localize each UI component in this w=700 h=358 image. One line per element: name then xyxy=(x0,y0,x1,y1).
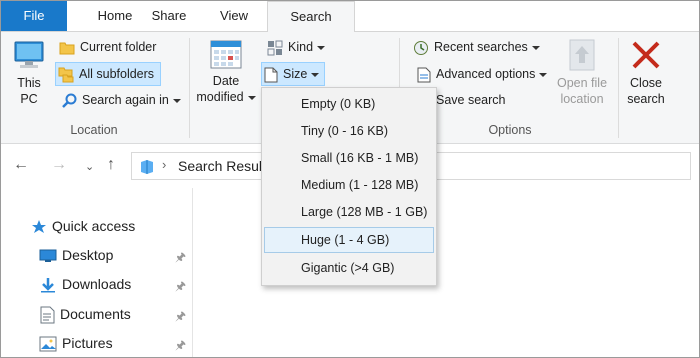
size-label: Size xyxy=(283,67,308,81)
date-modified-label-2: modified xyxy=(196,90,244,104)
folder-icon xyxy=(59,42,75,55)
current-folder-label: Current folder xyxy=(80,40,157,54)
nav-item-downloads[interactable]: Downloads xyxy=(39,272,131,296)
nav-item-documents[interactable]: Documents xyxy=(39,302,131,326)
date-modified-label-1: Date xyxy=(212,74,240,88)
tab-share[interactable]: Share xyxy=(137,1,201,31)
advanced-options-icon xyxy=(417,67,431,83)
forward-arrow-icon[interactable]: → xyxy=(51,156,67,174)
desktop-label: Desktop xyxy=(62,247,114,263)
options-group-label: Options xyxy=(488,123,532,137)
this-pc-button[interactable]: This PC xyxy=(7,38,51,107)
kind-icon xyxy=(267,40,283,56)
size-dropdown-menu: Empty (0 KB) Tiny (0 - 16 KB) Small (16 … xyxy=(261,87,437,286)
size-button[interactable]: Size xyxy=(261,62,325,86)
navigation-pane: Quick access Desktop 🖈 Downloads 🖈 Docum… xyxy=(1,188,193,357)
size-caret xyxy=(311,72,320,77)
download-icon xyxy=(41,278,55,293)
pin-icon[interactable]: 🖈 xyxy=(175,248,186,269)
kind-button[interactable]: Kind xyxy=(265,36,326,60)
document-icon xyxy=(264,67,278,83)
search-again-icon xyxy=(62,93,77,108)
recent-searches-button[interactable]: Recent searches xyxy=(411,36,540,60)
explorer-window: File Home Share View Search This PC Curr… xyxy=(0,0,700,358)
ribbon-separator xyxy=(618,38,619,138)
this-pc-label-2: PC xyxy=(20,92,38,106)
tab-file[interactable]: File xyxy=(1,1,67,31)
open-file-location-label-1: Open file xyxy=(556,76,608,90)
open-file-location-label-2: location xyxy=(560,92,604,106)
date-modified-caret xyxy=(247,95,256,100)
back-arrow-icon[interactable]: ← xyxy=(13,156,29,174)
address-path: Search Result xyxy=(178,158,266,174)
pin-icon[interactable]: 🖈 xyxy=(175,277,186,298)
all-subfolders-button[interactable]: All subfolders xyxy=(55,62,161,86)
documents-label: Documents xyxy=(60,306,131,322)
search-again-in-button[interactable]: Search again in xyxy=(59,89,181,113)
save-search-label: Save search xyxy=(436,93,506,107)
desktop-icon xyxy=(39,249,57,263)
size-option-gigantic[interactable]: Gigantic (>4 GB) xyxy=(264,255,434,281)
ribbon-separator xyxy=(189,38,190,138)
pin-icon[interactable]: 🖈 xyxy=(175,307,186,328)
advanced-options-label: Advanced options xyxy=(436,67,536,81)
size-option-large[interactable]: Large (128 MB - 1 GB) xyxy=(264,199,434,225)
subfolders-icon xyxy=(58,67,74,83)
tab-search[interactable]: Search xyxy=(267,1,355,32)
close-search-label-2: search xyxy=(627,92,665,106)
size-option-huge[interactable]: Huge (1 - 4 GB) xyxy=(264,227,434,253)
star-icon xyxy=(32,220,46,234)
open-file-location-button[interactable]: Open file location xyxy=(551,38,613,107)
kind-caret xyxy=(317,45,326,50)
close-search-label-1: Close xyxy=(630,76,662,90)
open-file-location-icon xyxy=(569,39,595,71)
advanced-options-button[interactable]: Advanced options xyxy=(415,63,548,87)
quick-access-label: Quick access xyxy=(52,218,136,234)
pin-icon[interactable]: 🖈 xyxy=(175,336,186,357)
nav-item-quick-access[interactable]: Quick access xyxy=(31,214,135,238)
recent-locations-chevron-icon[interactable]: ⌄ xyxy=(85,160,94,173)
date-modified-button[interactable]: Date modified xyxy=(194,38,258,105)
pictures-label: Pictures xyxy=(62,335,113,351)
calendar-icon xyxy=(210,40,242,69)
recent-searches-icon xyxy=(414,40,428,55)
computer-icon xyxy=(14,41,44,68)
up-arrow-icon[interactable]: ↑ xyxy=(107,156,115,174)
pictures-icon xyxy=(39,336,57,352)
close-search-button[interactable]: Close search xyxy=(622,38,670,107)
recent-searches-caret xyxy=(531,45,540,50)
size-option-empty[interactable]: Empty (0 KB) xyxy=(264,91,434,117)
downloads-label: Downloads xyxy=(62,276,132,292)
advanced-options-caret xyxy=(539,72,548,77)
search-again-in-caret xyxy=(172,98,181,103)
close-icon xyxy=(632,41,660,69)
this-pc-label-1: This xyxy=(17,76,41,90)
location-group-label: Location xyxy=(70,123,118,137)
size-option-small[interactable]: Small (16 KB - 1 MB) xyxy=(264,145,434,171)
documents-icon xyxy=(40,306,55,324)
kind-label: Kind xyxy=(288,40,314,54)
search-results-icon xyxy=(141,160,153,174)
recent-searches-label: Recent searches xyxy=(434,40,528,54)
tab-view[interactable]: View xyxy=(205,1,263,31)
all-subfolders-label: All subfolders xyxy=(79,67,155,81)
current-folder-button[interactable]: Current folder xyxy=(57,36,156,60)
save-search-button[interactable]: Save search xyxy=(434,89,505,113)
nav-item-desktop[interactable]: Desktop xyxy=(39,243,113,267)
size-option-tiny[interactable]: Tiny (0 - 16 KB) xyxy=(264,118,434,144)
nav-item-pictures[interactable]: Pictures xyxy=(39,331,113,355)
ribbon-tabstrip: File Home Share View Search xyxy=(1,1,699,32)
breadcrumb-chevron-icon[interactable]: › xyxy=(162,157,166,172)
search-again-in-label: Search again in xyxy=(82,93,169,107)
size-option-medium[interactable]: Medium (1 - 128 MB) xyxy=(264,172,434,198)
